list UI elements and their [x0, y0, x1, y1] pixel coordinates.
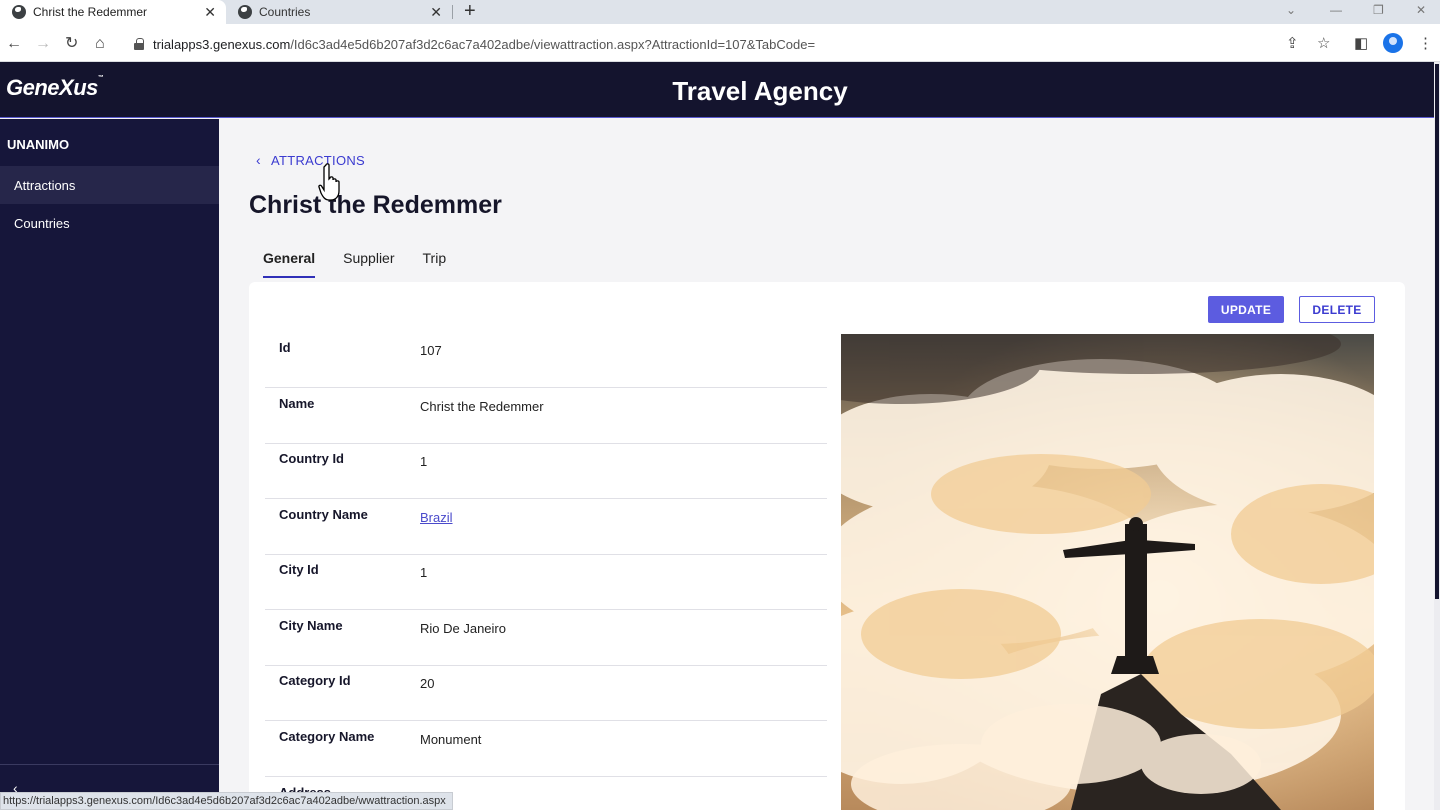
field-row-country-name: Country Name Brazil [265, 499, 827, 555]
chevron-left-icon: ‹ [256, 152, 261, 168]
browser-tab-title: Countries [259, 5, 311, 19]
sidebar-item-attractions[interactable]: Attractions [0, 166, 219, 204]
field-row-name: Name Christ the Redemmer [265, 388, 827, 444]
minimize-icon[interactable]: — [1330, 0, 1342, 20]
url-text: trialapps3.genexus.com/Id6c3ad4e5d6b207a… [153, 36, 816, 52]
star-icon[interactable]: ☆ [1317, 35, 1330, 53]
field-value: Rio De Janeiro [420, 621, 506, 636]
share-icon[interactable]: ⇪ [1286, 35, 1299, 53]
tab-general[interactable]: General [263, 250, 316, 278]
field-label: Category Name [279, 729, 375, 744]
tab-close-icon[interactable]: ✕ [430, 4, 442, 21]
window-close-icon[interactable]: ✕ [1416, 0, 1426, 20]
field-row-country-id: Country Id 1 [265, 443, 827, 499]
kebab-menu-icon[interactable]: ⋮ [1418, 35, 1433, 53]
back-to-attractions-link[interactable]: ‹ ATTRACTIONS [256, 152, 365, 168]
hand-cursor-icon [318, 163, 340, 201]
url-field[interactable]: trialapps3.genexus.com/Id6c3ad4e5d6b207a… [124, 30, 1344, 58]
field-row-category-id: Category Id 20 [265, 665, 827, 721]
globe-icon [12, 5, 26, 19]
field-value: Monument [420, 732, 482, 747]
tab-supplier[interactable]: Supplier [343, 250, 394, 278]
field-value: 20 [420, 676, 435, 691]
sidebar-item-label: Attractions [14, 177, 76, 193]
restore-icon[interactable]: ❐ [1373, 0, 1384, 20]
back-arrow-icon[interactable]: ← [6, 34, 22, 54]
scrollbar-thumb[interactable] [1435, 64, 1439, 599]
field-label: Name [279, 396, 315, 411]
field-row-category-name: Category Name Monument [265, 721, 827, 777]
app-title: Travel Agency [672, 76, 848, 106]
sidebar-item-countries[interactable]: Countries [0, 204, 219, 242]
update-button[interactable]: UPDATE [1208, 296, 1284, 323]
page-title: Christ the Redemmer [249, 191, 502, 219]
globe-icon [238, 5, 252, 19]
status-url-tooltip: https://trialapps3.genexus.com/Id6c3ad4e… [0, 792, 453, 810]
browser-tab-active[interactable]: Christ the Redemmer ✕ [0, 0, 226, 24]
field-value: 107 [420, 343, 442, 358]
home-icon[interactable]: ⌂ [95, 34, 105, 54]
browser-tab-countries[interactable]: Countries ✕ [230, 0, 452, 24]
sidebar-section-title: UNANIMO [7, 137, 70, 152]
sidebar-divider [0, 764, 219, 765]
field-label: Category Id [279, 673, 351, 688]
tab-trip[interactable]: Trip [423, 250, 447, 278]
country-name-link[interactable]: Brazil [420, 510, 453, 525]
field-label: City Name [279, 618, 343, 633]
tab-close-icon[interactable]: ✕ [204, 4, 216, 21]
field-label: Country Id [279, 451, 344, 466]
field-row-city-name: City Name Rio De Janeiro [265, 610, 827, 666]
field-label: City Id [279, 562, 319, 577]
field-row-city-id: City Id 1 [265, 554, 827, 610]
tab-bar: General Supplier Trip [249, 250, 460, 278]
new-tab-button[interactable]: + [464, 0, 476, 22]
browser-tab-title: Christ the Redemmer [33, 5, 148, 19]
field-label: Id [279, 340, 291, 355]
tab-search-icon[interactable]: ⌄ [1286, 0, 1296, 20]
tab-divider [452, 5, 453, 19]
lock-icon[interactable] [134, 38, 144, 50]
field-value: 1 [420, 454, 428, 469]
attraction-photo [841, 334, 1374, 810]
sidebar-item-label: Countries [14, 215, 70, 231]
delete-button[interactable]: DELETE [1299, 296, 1375, 323]
profile-icon[interactable] [1383, 33, 1403, 53]
forward-arrow-icon[interactable]: → [35, 34, 51, 54]
reload-icon[interactable]: ↻ [65, 34, 78, 54]
field-row-id: Id 107 [265, 332, 827, 388]
field-value: 1 [420, 565, 428, 580]
field-label: Country Name [279, 507, 368, 522]
field-value: Christ the Redemmer [420, 399, 544, 414]
sidepanel-icon[interactable]: ◧ [1354, 35, 1368, 53]
